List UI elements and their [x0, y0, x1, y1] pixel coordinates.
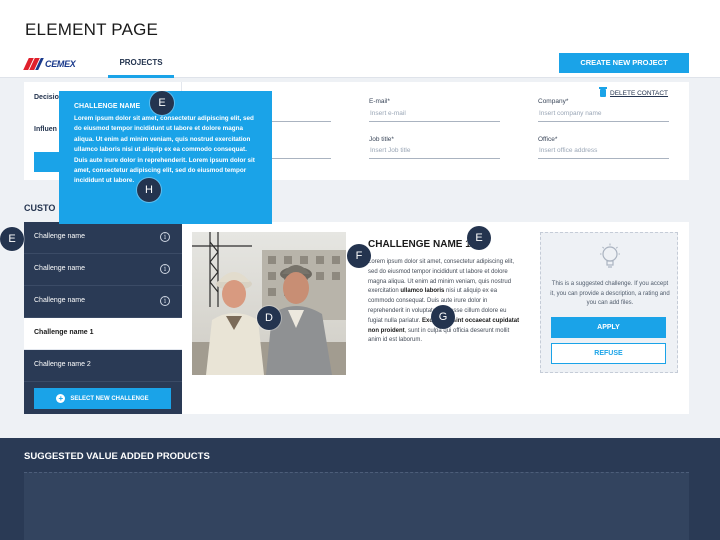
marker-e-title: E: [467, 226, 491, 250]
office-field[interactable]: Insert office address: [538, 143, 669, 159]
challenge-description-bold: ullamco laboris: [400, 288, 445, 295]
challenge-label: Challenge name: [34, 265, 85, 272]
suggested-challenge-box: This is a suggested challenge. If you ac…: [540, 232, 678, 373]
marker-f: F: [347, 244, 371, 268]
challenge-label: Challenge name: [34, 233, 85, 240]
challenge-title: CHALLENGE NAME 1: [368, 239, 471, 250]
challenge-label: Challenge name 1: [34, 329, 94, 336]
suggested-products-panel: [24, 472, 689, 540]
challenge-list-item[interactable]: Challenge name i: [24, 254, 182, 286]
challenge-list-item-selected[interactable]: Challenge name 1: [24, 318, 182, 350]
challenge-label: Challenge name: [34, 297, 85, 304]
top-bar: CEMEX PROJECTS CREATE NEW PROJECT: [0, 48, 720, 78]
challenge-label: Challenge name 2: [34, 361, 91, 368]
email-label: E-mail*: [369, 98, 390, 105]
office-label: Office*: [538, 136, 558, 143]
marker-e-list: E: [0, 227, 24, 251]
email-field[interactable]: Insert e-mail: [369, 106, 500, 122]
cemex-logo: CEMEX: [23, 57, 76, 71]
select-new-challenge-label: SELECT NEW CHALLENGE: [70, 395, 149, 402]
select-new-challenge-button[interactable]: + SELECT NEW CHALLENGE: [34, 388, 171, 409]
contact-type-influencer[interactable]: Influen: [34, 126, 57, 133]
suggested-products-section: SUGGESTED VALUE ADDED PRODUCTS: [0, 438, 720, 540]
tab-projects[interactable]: PROJECTS: [108, 48, 174, 78]
jobtitle-field[interactable]: Insert Job title: [369, 143, 500, 159]
logo-mark: [23, 58, 44, 70]
challenge-list-item[interactable]: Challenge name i: [24, 286, 182, 318]
info-icon[interactable]: i: [160, 232, 170, 242]
marker-d: D: [257, 306, 281, 330]
challenge-description: Lorem ipsum dolor sit amet, consectetur …: [368, 258, 522, 346]
delete-contact-label: DELETE CONTACT: [610, 89, 669, 97]
challenge-list-item[interactable]: Challenge name i: [24, 222, 182, 254]
company-field[interactable]: Insert company name: [538, 106, 669, 122]
lightbulb-icon: [600, 243, 620, 268]
page-title: ELEMENT PAGE: [25, 20, 159, 39]
jobtitle-label: Job title*: [369, 136, 394, 143]
trash-icon: [599, 87, 607, 97]
create-new-project-button[interactable]: CREATE NEW PROJECT: [559, 53, 689, 73]
suggestion-text: This is a suggested challenge. If you ac…: [550, 281, 670, 306]
apply-button[interactable]: APPLY: [551, 317, 666, 338]
delete-contact-button[interactable]: DELETE CONTACT: [599, 87, 669, 97]
challenge-photo-image: [192, 232, 346, 375]
challenge-list: Challenge name i Challenge name i Challe…: [24, 222, 182, 414]
marker-e-tooltip: E: [150, 91, 174, 115]
customer-heading: CUSTO: [24, 203, 56, 213]
info-icon[interactable]: i: [160, 264, 170, 274]
challenge-photo: [192, 232, 346, 375]
plus-icon: +: [56, 394, 66, 403]
stage: ELEMENT PAGE CEMEX PROJECTS CREATE NEW P…: [0, 0, 720, 540]
contact-type-decision[interactable]: Decisio: [34, 94, 59, 101]
company-label: Company*: [538, 98, 569, 105]
logo-text: CEMEX: [45, 59, 76, 69]
challenge-list-item[interactable]: Challenge name 2: [24, 350, 182, 382]
marker-h: H: [137, 178, 161, 202]
suggested-products-title: SUGGESTED VALUE ADDED PRODUCTS: [24, 451, 210, 462]
info-icon[interactable]: i: [160, 296, 170, 306]
refuse-button[interactable]: REFUSE: [551, 343, 666, 364]
marker-g: G: [431, 305, 455, 329]
tooltip-body: Lorem ipsum dolor sit amet, consectetur …: [74, 115, 255, 185]
